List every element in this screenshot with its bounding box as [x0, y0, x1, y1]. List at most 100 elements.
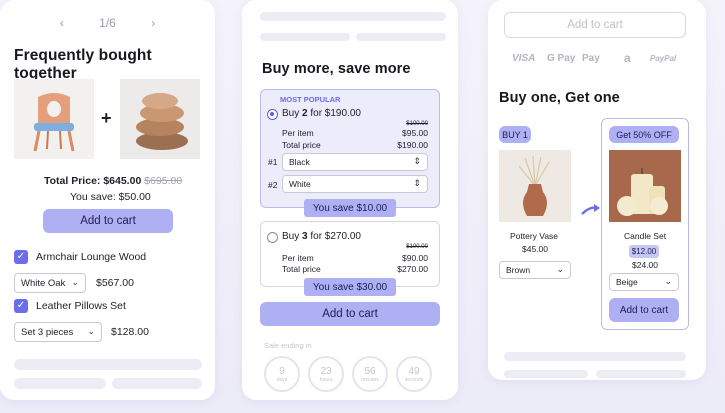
total-price-label: Total price	[282, 140, 321, 150]
per-item-value: $95.00	[402, 128, 428, 138]
offer-buy-prefix: Buy	[282, 108, 303, 119]
add-to-cart-button[interactable]: Add to cart	[609, 298, 679, 322]
amazon-pay-icon: a	[624, 51, 631, 65]
variant-value: White	[289, 179, 311, 189]
pagination: ‹ 1/6 ›	[0, 16, 215, 30]
variant-value: Black	[289, 157, 310, 167]
section-title: Buy more, save more	[262, 61, 411, 77]
timer-value: 56	[364, 366, 376, 377]
timer-value: 23	[320, 366, 332, 377]
arrow-right-icon	[580, 202, 602, 218]
variant-select-1[interactable]: Black ⇕	[282, 153, 428, 171]
skeleton-line	[504, 352, 686, 361]
paypal-icon: PayPal	[650, 54, 677, 63]
skeleton-line	[596, 370, 686, 378]
total-price-value: $190.00	[397, 140, 428, 150]
product-price: $45.00	[522, 244, 548, 254]
item-price-armchair: $567.00	[96, 277, 134, 289]
timer-value: 9	[279, 366, 285, 377]
item-price-pillows: $128.00	[111, 326, 149, 338]
total-price-line: Total Price: $645.00 $695.00	[44, 175, 182, 187]
skeleton-line	[504, 370, 588, 378]
variant-value: Brown	[506, 265, 531, 275]
timer-unit: seconds	[404, 377, 424, 383]
variant-value: White Oak	[21, 277, 66, 289]
radio-selected-icon[interactable]	[267, 109, 278, 120]
visa-icon: VISA	[512, 53, 536, 64]
variant-value: Beige	[616, 277, 638, 287]
timer-unit: days	[276, 377, 288, 383]
skeleton-line	[112, 378, 202, 389]
candle-set-image[interactable]	[609, 150, 681, 222]
most-popular-label: MOST POPULAR	[280, 95, 341, 104]
frequently-bought-card: ‹ 1/6 › Frequently bought together + Tot…	[0, 0, 215, 400]
savings-line: You save: $50.00	[70, 191, 151, 203]
offer-buy-prefix: Buy	[282, 231, 303, 242]
timer-seconds: 49 seconds	[396, 356, 432, 392]
discount-badge: Get 50% OFF	[609, 126, 679, 143]
offer-original-price: $100.00	[406, 121, 428, 127]
skeleton-line	[14, 378, 106, 389]
variant-select-pillows[interactable]: Set 3 pieces ⌄	[14, 322, 102, 342]
per-item-label: Per item	[282, 128, 314, 138]
chevron-down-icon: ⌄	[87, 326, 95, 336]
timer-unit: hours	[319, 377, 333, 383]
add-to-cart-button[interactable]: Add to cart	[43, 209, 173, 233]
chevron-updown-icon: ⇕	[413, 178, 421, 188]
skeleton-line	[260, 33, 350, 41]
per-item-label: Per item	[282, 253, 314, 263]
sale-ending-label: Sale ending in	[264, 341, 312, 350]
checkbox-icon[interactable]: ✓	[14, 299, 28, 313]
page-indicator: 1/6	[99, 16, 116, 30]
apple-pay-icon: Pay	[582, 53, 600, 64]
offer-title: Buy 3 for $270.00	[282, 231, 361, 242]
chevron-down-icon: ⌄	[556, 264, 564, 274]
total-price-value: $645.00	[103, 175, 142, 187]
variant-select-2[interactable]: White ⇕	[282, 175, 428, 193]
variant-index: #2	[268, 180, 278, 190]
total-original-price: $695.00	[144, 175, 183, 187]
variant-select-armchair[interactable]: White Oak ⌄	[14, 273, 86, 293]
checkbox-icon[interactable]: ✓	[14, 250, 28, 264]
total-price-label: Total price	[282, 264, 321, 274]
offer-original-price: $100.00	[406, 244, 428, 250]
radio-unselected-icon[interactable]	[267, 232, 278, 243]
offer-title: Buy 2 for $190.00	[282, 108, 361, 119]
per-item-value: $90.00	[402, 253, 428, 263]
variant-select-vase[interactable]: Brown ⌄	[499, 261, 571, 279]
prev-arrow-icon[interactable]: ‹	[60, 16, 64, 30]
section-title: Buy one, Get one	[499, 90, 620, 106]
product-name: Pottery Vase	[510, 231, 559, 241]
chevron-down-icon: ⌄	[71, 277, 79, 287]
next-arrow-icon[interactable]: ›	[151, 16, 155, 30]
plus-icon: +	[101, 108, 112, 128]
variant-select-candle[interactable]: Beige ⌄	[609, 273, 679, 291]
total-price-label: Total Price:	[44, 175, 101, 187]
discounted-price: $12.00	[629, 245, 659, 258]
pillows-image[interactable]	[120, 79, 200, 159]
buy-one-badge: BUY 1	[499, 126, 531, 143]
timer-hours: 23 hours	[308, 356, 344, 392]
original-price: $24.00	[632, 260, 658, 270]
variant-index: #1	[268, 157, 278, 167]
chevron-down-icon: ⌄	[664, 276, 672, 286]
buy-one-get-one-card: Add to cart VISA G Pay Pay a PayPal Buy …	[488, 0, 706, 380]
google-pay-icon: G Pay	[547, 53, 576, 64]
armchair-image[interactable]	[14, 79, 94, 159]
savings-value: $50.00	[118, 191, 151, 203]
timer-value: 49	[408, 366, 420, 377]
savings-badge: You save $30.00	[304, 278, 396, 296]
product-name: Candle Set	[624, 231, 667, 241]
offer-buy-suffix: for $190.00	[307, 108, 361, 119]
add-to-cart-button[interactable]: Add to cart	[260, 302, 440, 326]
buy-more-save-more-card: Buy more, save more MOST POPULAR Buy 2 f…	[242, 0, 458, 400]
skeleton-line	[356, 33, 446, 41]
add-to-cart-top-button[interactable]: Add to cart	[504, 12, 686, 38]
total-price-value: $270.00	[397, 264, 428, 274]
skeleton-line	[260, 12, 446, 21]
pottery-vase-image[interactable]	[499, 150, 571, 222]
chevron-updown-icon: ⇕	[413, 156, 421, 166]
timer-days: 9 days	[264, 356, 300, 392]
skeleton-line	[14, 359, 202, 370]
item-name-pillows: Leather Pillows Set	[36, 300, 126, 312]
